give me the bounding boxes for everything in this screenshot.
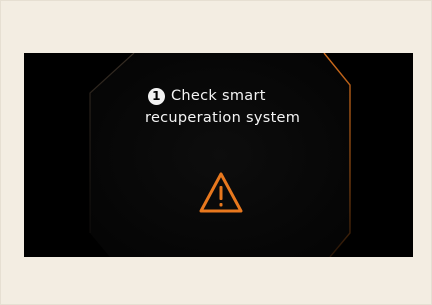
cluster-display: 1 Check smart recuperation system	[24, 53, 413, 257]
message-number-badge: 1	[148, 87, 165, 105]
message-line-1: 1 Check smart	[148, 85, 308, 107]
display-panel-outline	[89, 53, 351, 257]
message-text-line-1: Check smart	[171, 88, 266, 104]
warning-message: 1 Check smart recuperation system	[145, 85, 308, 129]
warning-triangle-icon	[199, 172, 243, 213]
message-text-line-2: recuperation system	[145, 110, 301, 126]
